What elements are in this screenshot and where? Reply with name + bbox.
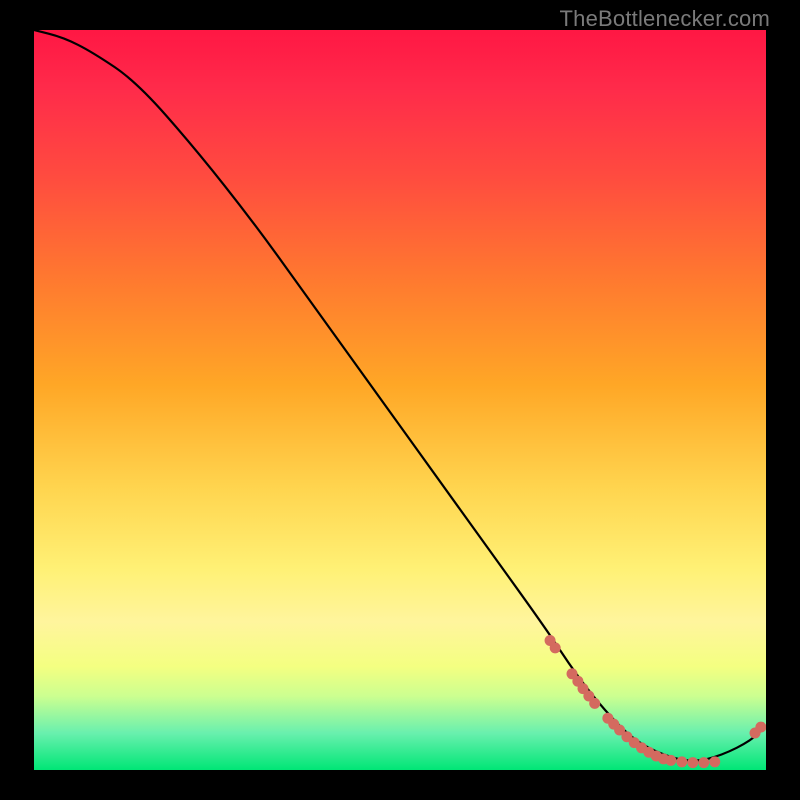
- marker-dot: [698, 757, 709, 768]
- marker-dot: [676, 756, 687, 767]
- bottleneck-curve: [34, 30, 766, 761]
- marker-dot: [755, 722, 766, 733]
- chart-overlay: [34, 30, 766, 770]
- marker-dots: [545, 635, 766, 768]
- attribution-text: TheBottlenecker.com: [560, 6, 770, 32]
- marker-dot: [550, 642, 561, 653]
- marker-dot: [665, 755, 676, 766]
- marker-dot: [589, 698, 600, 709]
- marker-dot: [709, 756, 720, 767]
- marker-dot: [687, 757, 698, 768]
- chart-frame: TheBottlenecker.com: [0, 0, 800, 800]
